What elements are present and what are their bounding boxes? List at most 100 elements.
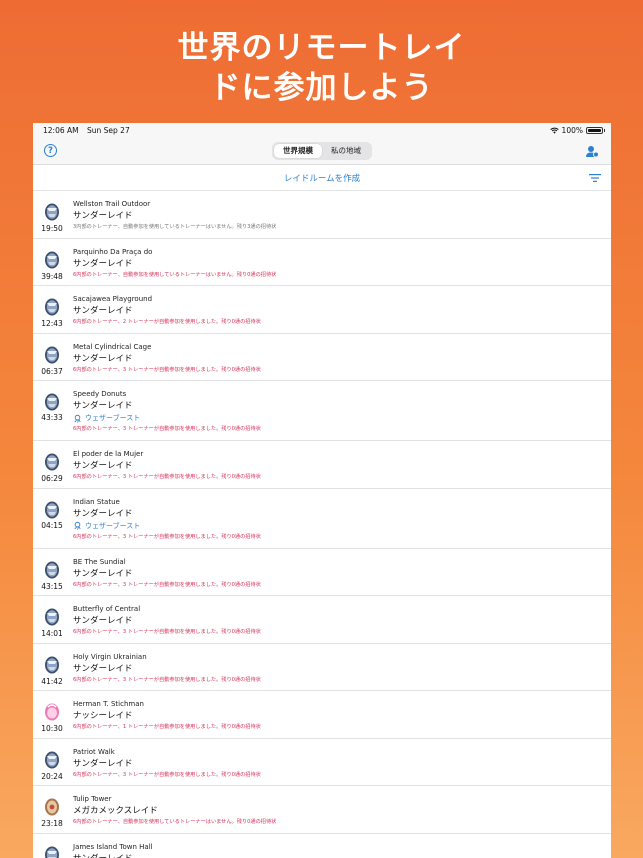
gym-name: Sacajawea Playground — [73, 295, 153, 303]
status-time: 12:06 AM — [43, 125, 79, 135]
gym-name: Metal Cylindrical Cage — [73, 342, 152, 351]
raid-timer: 06:29 — [41, 474, 63, 483]
headline-line-1: 世界のリモートレイ — [177, 30, 466, 66]
gym-name: Holy Virgin Ukrainian — [73, 652, 147, 661]
promo-headline: 世界のリモートレイ ドに参加しよう — [0, 28, 643, 108]
raid-timer: 39:48 — [41, 271, 63, 281]
raid-egg-icon — [44, 655, 60, 674]
raid-timer: 20:24 — [41, 771, 63, 781]
raid-participants-info: 6内部のトレーナー、1 トレーナーが自動参加を使用しました。残り0通の招待状 — [73, 724, 261, 730]
headline-line-2: ドに参加しよう — [209, 70, 434, 106]
raid-participants-info: 6内部のトレーナー、自動参加を使用しているトレーナーはいません。残り0通の招待状 — [73, 819, 277, 825]
gym-name: El poder de la Mujer — [73, 450, 144, 458]
gym-name: Indian Statue — [73, 497, 120, 506]
raid-egg-icon — [44, 202, 60, 221]
weather-boost-icon — [74, 521, 81, 530]
raid-boss-name: サンダーレイド — [73, 508, 133, 519]
raid-egg-icon — [44, 560, 60, 579]
weather-boost-label: ウェザーブースト — [85, 521, 141, 530]
filter-icon[interactable] — [589, 173, 601, 183]
gym-name: Herman T. Stichman — [73, 700, 144, 708]
raid-participants-info: 6内部のトレーナー、3 トレーナーが自動参加を使用しました。残り0通の招待状 — [73, 771, 261, 778]
raid-timer: 19:50 — [41, 224, 63, 233]
raid-row[interactable]: 39:48 Parquinho Da Praça do サンダーレイド 6内部のトレー… — [33, 239, 611, 286]
raid-row[interactable]: 04:15 Indian Statue サンダーレイドウェザーブースト 6内部のトレー… — [33, 489, 611, 549]
raid-egg-icon — [44, 392, 60, 411]
raid-row[interactable]: 43:15 BE The Sundial サンダーレイド 6内部のトレーナー、3 トレ… — [33, 549, 611, 596]
battery-icon — [586, 126, 605, 134]
raid-timer: 12:43 — [41, 319, 63, 328]
nav-bar: ? 世界規模 私の地域 — [33, 137, 611, 165]
gym-name: Patriot Walk — [73, 747, 115, 756]
raid-egg-icon — [44, 500, 60, 519]
status-bar: 12:06 AM Sun Sep 27 100% — [33, 123, 611, 137]
raid-egg-icon — [44, 845, 60, 858]
raid-row[interactable]: 12:43 Sacajawea Playground サンダーレイド 6内部のトレーナ… — [33, 286, 611, 334]
create-raid-room-link[interactable]: レイドルームを作成 — [284, 172, 360, 184]
raid-row[interactable]: 43:33 Speedy Donuts サンダーレイドウェザーブースト 6内部のトレー… — [33, 381, 611, 441]
raid-timer: 06:37 — [41, 366, 63, 376]
battery-percent: 100% — [561, 125, 583, 135]
raid-boss-name: サンダーレイド — [73, 568, 133, 579]
raid-boss-name: サンダーレイド — [73, 758, 133, 769]
segment-local[interactable]: 私の地域 — [322, 144, 370, 158]
raid-boss-name: サンダーレイド — [73, 663, 133, 674]
raid-row[interactable]: 20:24 Patriot Walk サンダーレイド 6内部のトレーナー、3 トレーナ… — [33, 739, 611, 786]
list-toolbar: レイドルームを作成 — [33, 165, 611, 191]
gym-name: Wellston Trail Outdoor — [73, 200, 151, 208]
weather-boost: ウェザーブースト — [73, 520, 603, 532]
gym-name: Butterfly of Central — [73, 605, 141, 613]
raid-boss-name: ナッシーレイド — [73, 711, 133, 721]
raid-participants-info: 6内部のトレーナー、3 トレーナーが自動参加を使用しました。残り0通の招待状 — [73, 366, 261, 373]
raid-timer: 23:18 — [41, 819, 63, 828]
raid-participants-info: 6内部のトレーナー、3 トレーナーが自動参加を使用しました。残り0通の招待状 — [73, 581, 261, 588]
raid-participants-info: 6内部のトレーナー、2 トレーナーが自動参加を使用しました。残り0通の招待状 — [73, 319, 261, 325]
weather-boost-icon — [74, 414, 81, 423]
weather-boost: ウェザーブースト — [73, 412, 603, 424]
raid-timer: 04:15 — [41, 520, 63, 530]
raid-list: 19:50 Wellston Trail Outdoor サンダーレイド 3内部のトレ… — [33, 191, 611, 858]
gym-name: Tulip Tower — [73, 795, 112, 803]
raid-timer: 14:01 — [41, 629, 63, 638]
raid-egg-icon — [44, 345, 60, 364]
wifi-icon — [549, 127, 559, 134]
raid-egg-icon — [44, 797, 60, 816]
raid-boss-name: サンダーレイド — [73, 616, 133, 626]
raid-participants-info: 6内部のトレーナー、3 トレーナーが自動参加を使用しました。残り0通の招待状 — [73, 629, 261, 635]
raid-boss-name: サンダーレイド — [73, 258, 133, 269]
raid-row[interactable]: James Island Town Hall サンダーレイド — [33, 834, 611, 858]
raid-participants-info: 6内部のトレーナー、3 トレーナーが自動参加を使用しました。残り0通の招待状 — [73, 533, 261, 540]
status-date: Sun Sep 27 — [87, 125, 130, 135]
raid-timer: 43:15 — [41, 581, 63, 591]
raid-egg-icon — [44, 750, 60, 769]
region-segmented-control: 世界規模 私の地域 — [272, 141, 372, 160]
raid-egg-icon — [44, 250, 60, 269]
raid-row[interactable]: 23:18 Tulip Tower メガカメックスレイド 6内部のトレーナー、自動参加… — [33, 786, 611, 834]
raid-boss-name: サンダーレイド — [73, 853, 603, 858]
weather-boost-label: ウェザーブースト — [85, 414, 141, 422]
gym-name: James Island Town Hall — [73, 842, 153, 851]
raid-participants-info: 6内部のトレーナー、自動参加を使用しているトレーナーはいません。残り0通の招待状 — [73, 271, 277, 278]
raid-timer: 43:33 — [41, 413, 63, 422]
help-icon[interactable]: ? — [44, 144, 57, 157]
segment-worldwide[interactable]: 世界規模 — [274, 143, 322, 158]
raid-row[interactable]: 14:01 Butterfly of Central サンダーレイド 6内部のトレーナ… — [33, 596, 611, 644]
raid-participants-info: 3内部のトレーナー、自動参加を使用しているトレーナーはいません。残り3通の招待状 — [73, 224, 277, 230]
raid-timer: 10:30 — [41, 724, 63, 733]
raid-row[interactable]: 06:29 El poder de la Mujer サンダーレイド 6内部のトレーナ… — [33, 441, 611, 489]
raid-row[interactable]: 10:30 Herman T. Stichman ナッシーレイド 6内部のトレーナー、… — [33, 691, 611, 739]
raid-egg-icon — [44, 607, 60, 626]
raid-boss-name: サンダーレイド — [73, 211, 133, 221]
gym-name: BE The Sundial — [73, 557, 126, 566]
raid-row[interactable]: 19:50 Wellston Trail Outdoor サンダーレイド 3内部のトレ… — [33, 191, 611, 239]
raid-boss-name: サンダーレイド — [73, 401, 133, 411]
raid-row[interactable]: 06:37 Metal Cylindrical Cage サンダーレイド 6内部のトレ… — [33, 334, 611, 381]
gym-name: Speedy Donuts — [73, 390, 127, 398]
raid-participants-info: 6内部のトレーナー、3 トレーナーが自動参加を使用しました。残り0通の招待状 — [73, 426, 261, 432]
app-screen: 12:06 AM Sun Sep 27 100% ? 世界規模 私の地域 レイド… — [33, 123, 611, 858]
gym-name: Parquinho Da Praça do — [73, 247, 153, 256]
raid-boss-name: サンダーレイド — [73, 353, 133, 364]
raid-boss-name: サンダーレイド — [73, 306, 133, 316]
raid-row[interactable]: 41:42 Holy Virgin Ukrainian サンダーレイド 6内部のトレー… — [33, 644, 611, 691]
user-settings-icon[interactable] — [585, 144, 599, 158]
